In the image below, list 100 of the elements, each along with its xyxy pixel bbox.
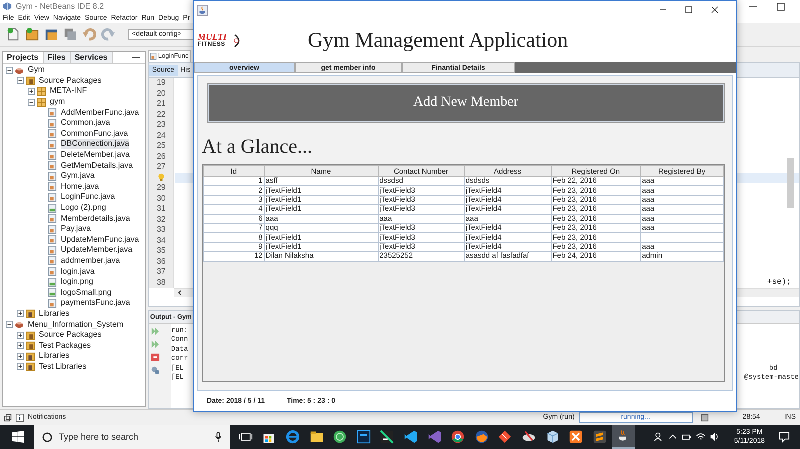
logo-swoosh-icon bbox=[234, 32, 242, 48]
diamond-icon[interactable] bbox=[498, 430, 512, 444]
tree-item[interactable]: addmember.java bbox=[61, 256, 120, 266]
app-tile-icon[interactable] bbox=[404, 430, 418, 444]
scrollbar-thumb[interactable] bbox=[787, 158, 794, 208]
app-tile-icon[interactable] bbox=[428, 430, 442, 444]
line-number: 26 bbox=[156, 152, 166, 162]
new-file-icon[interactable] bbox=[6, 27, 21, 42]
app-tile-icon[interactable] bbox=[569, 430, 584, 444]
folder-icon[interactable] bbox=[310, 430, 324, 444]
image-file-icon bbox=[48, 204, 57, 213]
wifi-icon[interactable] bbox=[696, 432, 706, 442]
app-tile-icon[interactable] bbox=[356, 430, 371, 444]
tree-item[interactable]: login.png bbox=[61, 277, 94, 288]
tree-item[interactable]: Test Packages bbox=[39, 340, 92, 351]
line-number: 33 bbox=[156, 225, 166, 236]
expand-toggle[interactable] bbox=[17, 352, 24, 360]
expand-toggle[interactable] bbox=[17, 363, 24, 370]
file-icon bbox=[48, 118, 57, 128]
tree-item[interactable]: LoginFunc.java bbox=[61, 192, 116, 202]
expand-toggle[interactable] bbox=[28, 88, 35, 95]
maximize-icon[interactable] bbox=[776, 2, 786, 12]
tree-item[interactable]: Menu_Information_System bbox=[28, 320, 124, 330]
new-project-icon[interactable] bbox=[25, 27, 40, 42]
file-icon bbox=[48, 235, 57, 244]
expand-toggle[interactable] bbox=[17, 310, 24, 318]
expand-toggle[interactable] bbox=[17, 342, 24, 350]
lightbulb-icon[interactable] bbox=[158, 173, 165, 182]
panel-tab[interactable]: Services bbox=[70, 52, 113, 63]
save-all-icon[interactable] bbox=[63, 27, 78, 42]
tree-item[interactable]: Libraries bbox=[39, 351, 70, 362]
browser-icon[interactable] bbox=[451, 430, 466, 444]
expand-toggle[interactable] bbox=[17, 77, 24, 84]
window-icon[interactable] bbox=[4, 414, 12, 422]
tree-item[interactable]: DBConnection.java bbox=[61, 139, 130, 150]
file-icon bbox=[48, 214, 57, 224]
search-field[interactable]: Type here to search bbox=[34, 425, 230, 449]
line-number: 22 bbox=[156, 110, 166, 120]
scroll-left-icon[interactable] bbox=[177, 290, 184, 296]
microphone-icon[interactable] bbox=[215, 432, 222, 442]
notification-icon[interactable] bbox=[779, 432, 790, 442]
open-folder-icon[interactable] bbox=[44, 27, 59, 42]
tree-item[interactable]: Common.java bbox=[61, 118, 110, 128]
tree-item[interactable]: Gym bbox=[28, 65, 45, 76]
volume-icon[interactable] bbox=[710, 432, 720, 442]
expand-toggle[interactable] bbox=[28, 98, 35, 106]
line-number: 25 bbox=[156, 141, 166, 152]
line-number: 20 bbox=[156, 88, 166, 99]
tree-item[interactable]: logoSmall.png bbox=[61, 288, 112, 298]
library-folder-icon bbox=[26, 309, 35, 318]
app-tile-icon[interactable] bbox=[380, 430, 394, 444]
expand-toggle[interactable] bbox=[17, 332, 24, 339]
tree-item[interactable]: Logo (2).png bbox=[61, 203, 106, 214]
people-icon[interactable] bbox=[654, 432, 664, 442]
tree-item[interactable]: paymentsFunc.java bbox=[61, 298, 130, 308]
maximize-icon[interactable] bbox=[684, 5, 694, 15]
taskview-icon[interactable] bbox=[238, 430, 253, 444]
folder-icon bbox=[26, 330, 35, 340]
tree-item[interactable]: AddMemberFunc.java bbox=[61, 108, 140, 118]
tree-item[interactable]: CommonFunc.java bbox=[61, 128, 128, 139]
tree-item[interactable]: Libraries bbox=[39, 308, 70, 319]
tree-item[interactable]: Pay.java bbox=[61, 224, 92, 234]
package-icon bbox=[37, 98, 46, 107]
tree-item[interactable]: META-INF bbox=[50, 86, 88, 96]
line-number: 35 bbox=[156, 246, 166, 256]
window-title: Gym - NetBeans IDE 8.2 bbox=[16, 2, 104, 11]
cube-icon[interactable] bbox=[546, 430, 560, 444]
tree-item[interactable]: UpdateMemFunc.java bbox=[61, 234, 140, 245]
app-tile-icon[interactable] bbox=[592, 430, 607, 444]
info-icon[interactable] bbox=[16, 414, 24, 422]
tree-item[interactable]: Home.java bbox=[61, 182, 100, 192]
search-input[interactable]: Type here to search bbox=[59, 432, 209, 442]
line-number: 34 bbox=[156, 236, 166, 246]
line-number: 27 bbox=[156, 162, 166, 172]
tree-item[interactable]: DeleteMember.java bbox=[61, 150, 130, 160]
tree-item[interactable]: login.java bbox=[61, 266, 95, 277]
globe-icon[interactable] bbox=[333, 430, 348, 444]
expand-toggle[interactable] bbox=[6, 321, 13, 328]
stop-icon[interactable] bbox=[151, 353, 160, 362]
tree-item[interactable]: Memberdetails.java bbox=[61, 214, 130, 224]
line-number: 37 bbox=[156, 267, 166, 278]
minimize-icon[interactable] bbox=[131, 56, 142, 60]
tree-item[interactable]: GetMemDetails.java bbox=[61, 160, 134, 171]
panel-tab[interactable]: Files bbox=[44, 52, 71, 63]
expand-toggle[interactable] bbox=[6, 66, 13, 74]
tree-item[interactable]: Test Libraries bbox=[39, 362, 87, 372]
tree-item[interactable]: Source Packages bbox=[39, 330, 102, 340]
cancel-task-icon[interactable] bbox=[700, 414, 709, 422]
add-member-button[interactable]: Add New Member bbox=[207, 83, 725, 123]
line-number: 36 bbox=[156, 256, 166, 267]
tree-item[interactable]: UpdateMember.java bbox=[61, 245, 133, 256]
line-number: 19 bbox=[156, 78, 166, 88]
tree-item[interactable]: Source Packages bbox=[39, 76, 102, 86]
start-icon[interactable] bbox=[12, 431, 24, 443]
code-text: +se); bbox=[767, 278, 792, 288]
app-tile-icon[interactable] bbox=[522, 430, 536, 444]
tree-item[interactable]: gym bbox=[50, 97, 66, 108]
close-icon[interactable] bbox=[710, 5, 720, 15]
tree-item[interactable]: Gym.java bbox=[61, 171, 95, 182]
browser-icon[interactable] bbox=[474, 430, 489, 444]
